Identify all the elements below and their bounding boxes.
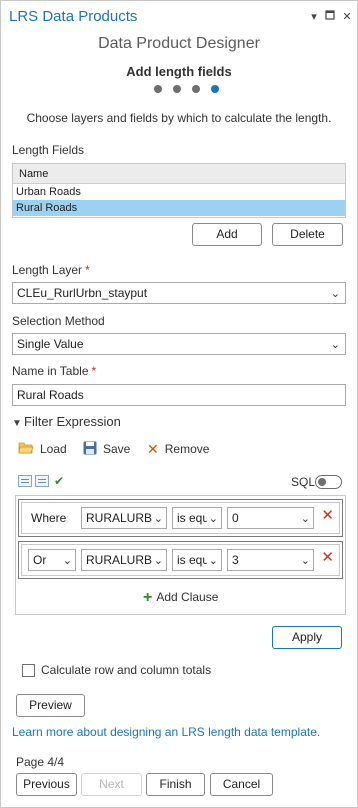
chevron-down-icon: ⌄	[151, 554, 163, 568]
add-button[interactable]: Add	[192, 223, 262, 246]
required-marker: *	[85, 263, 90, 277]
operator-dropdown[interactable]: is equ ⌄	[172, 507, 222, 529]
operator-value: is equ	[177, 511, 210, 525]
indent-icon[interactable]	[18, 475, 32, 487]
clause-value: 0	[232, 511, 239, 525]
name-in-table-label: Name in Table *	[12, 364, 96, 378]
selection-method-label: Selection Method	[12, 314, 105, 328]
chevron-down-icon: ⌄	[330, 288, 340, 300]
sql-toggle[interactable]	[315, 475, 342, 489]
check-icon[interactable]: ✔	[54, 475, 64, 489]
required-marker: *	[91, 364, 97, 378]
field-value: RURALURBA	[86, 511, 161, 525]
add-clause-label: Add Clause	[156, 590, 219, 604]
load-button[interactable]: Load	[18, 441, 67, 457]
chevron-down-icon: ⌄	[330, 339, 340, 351]
help-link[interactable]: Learn more about designing an LRS length…	[12, 725, 320, 739]
remove-label: Remove	[164, 442, 210, 456]
calculate-totals-checkbox[interactable]	[22, 664, 35, 677]
field-value: RURALURBA	[86, 553, 161, 567]
step-dot-4	[211, 85, 219, 93]
clause-value: 3	[232, 553, 239, 567]
chevron-down-icon: ⌄	[206, 554, 218, 568]
name-in-table-label-text: Name in Table	[12, 364, 89, 378]
expression-tools: ✔	[18, 475, 64, 489]
length-layer-label-text: Length Layer	[12, 263, 83, 277]
operator-value: is equ	[177, 553, 210, 567]
next-button[interactable]: Next	[81, 773, 142, 796]
delete-button[interactable]: Delete	[272, 223, 343, 246]
maximize-icon[interactable]	[323, 10, 337, 24]
selection-method-value: Single Value	[17, 337, 84, 351]
chevron-down-icon: ⌄	[60, 554, 72, 568]
length-fields-label: Length Fields	[12, 143, 85, 157]
operator-dropdown[interactable]: is equ ⌄	[172, 549, 222, 571]
length-fields-list[interactable]: Name Urban Roads Rural Roads	[12, 163, 346, 218]
length-layer-value: CLEu_RurlUrbn_stayput	[17, 286, 148, 300]
remove-clause-icon[interactable]: ✕	[321, 550, 334, 566]
designer-subtitle: Data Product Designer	[98, 35, 260, 52]
finish-button[interactable]: Finish	[146, 773, 205, 796]
plus-icon: +	[143, 589, 153, 606]
sql-label: SQL	[291, 475, 316, 489]
step-dot-1	[154, 85, 162, 93]
field-dropdown[interactable]: RURALURBA ⌄	[81, 507, 167, 529]
list-item-selected[interactable]: Rural Roads	[13, 200, 345, 216]
chevron-down-icon: ▼	[12, 418, 22, 429]
clause-row-2: Or ⌄ RURALURBA ⌄ is equ ⌄ 3 ⌄ ✕	[18, 541, 343, 579]
floppy-disk-icon	[83, 441, 97, 458]
connector-dropdown[interactable]: Or ⌄	[28, 549, 76, 571]
remove-clause-icon[interactable]: ✕	[321, 508, 334, 524]
lrs-data-products-pane: LRS Data Products ▾ ✕ Data Product Desig…	[0, 0, 358, 808]
clause-connector-where: Where	[31, 511, 67, 525]
calculate-totals-label: Calculate row and column totals	[41, 663, 212, 677]
cancel-button[interactable]: Cancel	[210, 773, 273, 796]
save-button[interactable]: Save	[83, 441, 130, 457]
save-label: Save	[103, 442, 131, 456]
chevron-down-icon: ⌄	[298, 512, 310, 526]
value-dropdown[interactable]: 3 ⌄	[227, 549, 314, 571]
list-column-header[interactable]: Name	[13, 164, 345, 184]
filter-expression-label: Filter Expression	[24, 414, 121, 429]
value-dropdown[interactable]: 0 ⌄	[227, 507, 314, 529]
previous-button[interactable]: Previous	[16, 773, 77, 796]
preview-button[interactable]: Preview	[16, 694, 85, 717]
connector-value: Or	[33, 553, 47, 567]
chevron-down-icon: ⌄	[206, 512, 218, 526]
remove-button[interactable]: ✕ Remove	[147, 441, 209, 457]
close-icon: ✕	[147, 440, 159, 457]
add-clause-button[interactable]: + Add Clause	[143, 589, 218, 607]
page-indicator: Page 4/4	[16, 755, 65, 769]
filter-expression-header[interactable]: ▼ Filter Expression	[12, 414, 121, 429]
length-layer-dropdown[interactable]: CLEu_RurlUrbn_stayput ⌄	[12, 282, 346, 304]
apply-button[interactable]: Apply	[272, 626, 342, 649]
load-label: Load	[40, 442, 67, 456]
field-dropdown[interactable]: RURALURBA ⌄	[81, 549, 167, 571]
close-icon[interactable]: ✕	[340, 10, 354, 24]
name-in-table-input[interactable]: Rural Roads	[12, 384, 346, 406]
chevron-down-icon[interactable]: ▾	[307, 10, 321, 24]
selection-method-dropdown[interactable]: Single Value ⌄	[12, 333, 346, 355]
outdent-icon[interactable]	[35, 475, 49, 487]
pane-title: LRS Data Products	[9, 8, 138, 25]
length-layer-label: Length Layer *	[12, 263, 90, 277]
chevron-down-icon: ⌄	[298, 554, 310, 568]
step-title: Add length fields	[126, 64, 232, 79]
toggle-knob	[318, 478, 326, 486]
folder-open-icon	[18, 441, 34, 457]
title-bar: LRS Data Products ▾ ✕	[1, 1, 357, 33]
chevron-down-icon: ⌄	[151, 512, 163, 526]
list-item[interactable]: Urban Roads	[13, 184, 345, 200]
clause-row-1: Where RURALURBA ⌄ is equ ⌄ 0 ⌄ ✕	[18, 499, 343, 537]
step-dot-2	[173, 85, 181, 93]
instructions-text: Choose layers and fields by which to cal…	[26, 111, 332, 125]
step-dot-3	[192, 85, 200, 93]
